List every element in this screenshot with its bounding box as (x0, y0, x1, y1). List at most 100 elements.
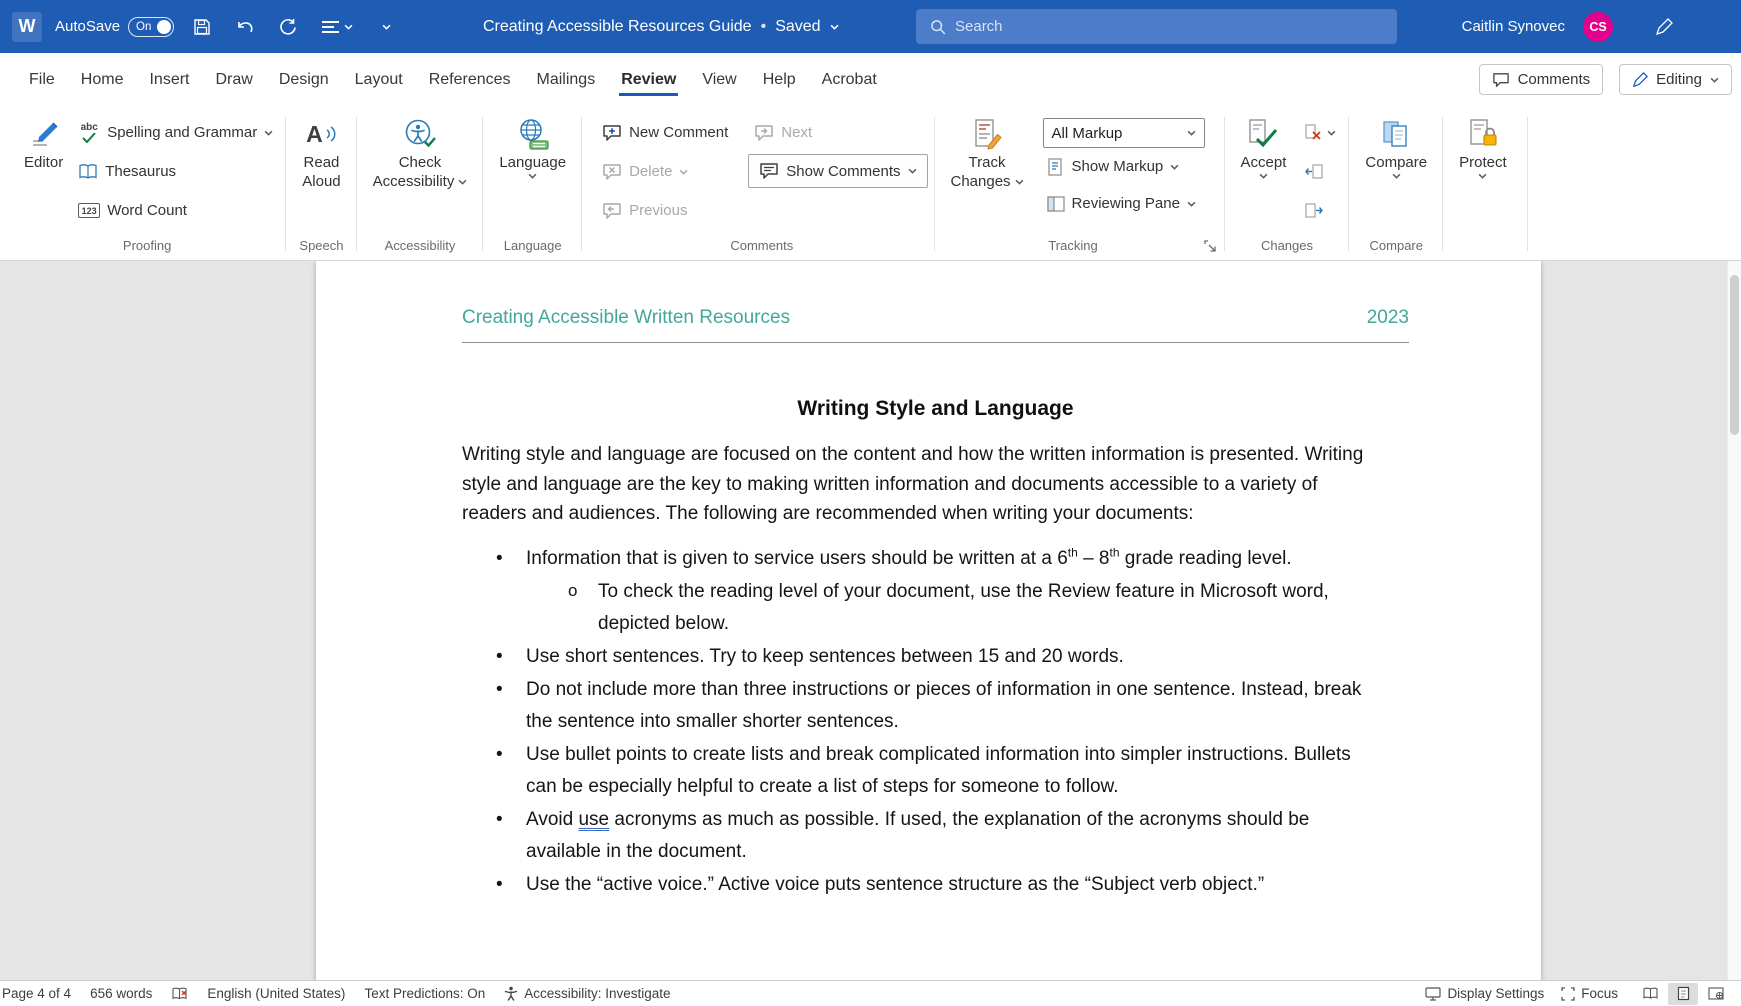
autosave-control: AutoSave On (55, 16, 175, 37)
page-indicator[interactable]: Page 4 of 4 (2, 986, 71, 1001)
tab-acrobat[interactable]: Acrobat (809, 62, 890, 98)
compare-icon (1380, 114, 1412, 154)
list-item: • Use bullet points to create lists and … (496, 743, 1351, 797)
tab-layout[interactable]: Layout (342, 62, 416, 98)
chevron-down-icon (1710, 77, 1719, 83)
chevron-down-icon (830, 24, 838, 30)
read-mode-view-button[interactable] (1635, 983, 1665, 1005)
tab-home[interactable]: Home (68, 62, 137, 98)
proofing-group-label: Proofing (122, 238, 172, 253)
read-mode-icon (1642, 987, 1658, 999)
book-icon (79, 163, 97, 179)
print-layout-view-button[interactable] (1668, 982, 1698, 1005)
show-comments-button[interactable]: Show Comments (748, 154, 928, 188)
focus-icon (1561, 986, 1575, 1001)
tab-review[interactable]: Review (608, 62, 689, 98)
reject-button[interactable] (1299, 113, 1342, 152)
tab-file[interactable]: File (16, 62, 68, 98)
reviewing-pane-button[interactable]: Reviewing Pane (1041, 185, 1205, 222)
show-markup-button[interactable]: Show Markup (1041, 148, 1205, 185)
display-icon (1425, 986, 1442, 1001)
section-heading: Writing Style and Language (797, 397, 1074, 420)
autosave-toggle[interactable]: On (128, 16, 175, 37)
previous-comment-button[interactable]: Previous (596, 191, 734, 230)
spelling-grammar-button[interactable]: abc Spelling and Grammar (72, 113, 279, 152)
chevron-down-icon (1259, 173, 1268, 179)
protect-button[interactable]: Protect (1450, 111, 1516, 235)
redo-icon (280, 18, 296, 35)
accept-button[interactable]: Accept (1232, 111, 1296, 235)
chevron-down-icon (382, 24, 390, 30)
track-changes-button[interactable]: Track Changes (942, 111, 1033, 235)
language-indicator[interactable]: English (United States) (207, 986, 345, 1001)
previous-comment-icon (603, 202, 621, 219)
web-layout-view-button[interactable] (1701, 983, 1731, 1005)
quick-access-menu-button[interactable] (316, 12, 358, 42)
next-comment-icon (755, 124, 774, 141)
editing-mode-button[interactable]: Editing (1619, 64, 1732, 95)
word-count-button[interactable]: 123 Word Count (72, 191, 279, 230)
track-changes-label-1: Track (968, 154, 1006, 171)
previous-change-button[interactable] (1299, 152, 1342, 191)
next-comment-button[interactable]: Next (748, 113, 927, 152)
display-settings-label: Display Settings (1447, 986, 1545, 1001)
thesaurus-button[interactable]: Thesaurus (72, 152, 279, 191)
save-button[interactable] (187, 12, 217, 42)
search-box[interactable] (916, 9, 1397, 44)
ink-button[interactable] (1649, 12, 1679, 42)
document-page[interactable]: Creating Accessible Written Resources 20… (316, 261, 1541, 980)
all-markup-dropdown[interactable]: All Markup (1042, 118, 1205, 148)
save-icon (194, 18, 210, 35)
text-predictions-indicator[interactable]: Text Predictions: On (364, 986, 485, 1001)
proofing-status-button[interactable] (171, 987, 188, 1001)
new-comment-button[interactable]: New Comment (596, 113, 734, 152)
avatar[interactable]: CS (1583, 11, 1613, 42)
track-changes-label-2: Changes (950, 173, 1011, 190)
word-app-icon[interactable]: W (12, 11, 42, 42)
edit-pen-icon (1632, 71, 1649, 87)
search-input[interactable] (955, 18, 1397, 35)
grammar-flagged-word[interactable]: use (578, 809, 609, 830)
list-item: • Use short sentences. Try to keep sente… (496, 645, 1124, 667)
next-comment-label: Next (781, 124, 813, 141)
check-accessibility-label-1: Check (398, 154, 442, 171)
chevron-down-icon (1170, 164, 1179, 170)
editor-button[interactable]: Editor (15, 111, 72, 235)
compare-button[interactable]: Compare (1356, 111, 1436, 235)
tab-mailings[interactable]: Mailings (524, 62, 609, 98)
tab-draw[interactable]: Draw (202, 62, 265, 98)
search-icon (931, 19, 946, 34)
read-aloud-button[interactable]: A Read Aloud (293, 111, 349, 235)
tab-view[interactable]: View (689, 62, 749, 98)
undo-icon (238, 21, 253, 32)
track-changes-icon (971, 114, 1003, 154)
check-accessibility-button[interactable]: Check Accessibility (364, 111, 477, 235)
delete-comment-icon (603, 163, 621, 180)
show-markup-label: Show Markup (1071, 158, 1164, 175)
next-change-button[interactable] (1299, 191, 1342, 230)
chevron-down-icon (264, 130, 273, 136)
language-button[interactable]: Language (490, 111, 575, 235)
tab-insert[interactable]: Insert (136, 62, 202, 98)
vertical-scrollbar[interactable] (1727, 261, 1741, 980)
tab-design[interactable]: Design (266, 62, 342, 98)
redo-button[interactable] (273, 12, 303, 42)
spelling-grammar-label: Spelling and Grammar (107, 124, 258, 141)
customize-toolbar-button[interactable] (371, 12, 401, 42)
user-name[interactable]: Caitlin Synovec (1462, 18, 1565, 35)
speech-group-label: Speech (299, 238, 344, 253)
display-settings-button[interactable]: Display Settings (1425, 986, 1544, 1001)
tracking-dialog-launcher[interactable] (1203, 240, 1219, 255)
tab-help[interactable]: Help (750, 62, 809, 98)
comments-group-label: Comments (730, 238, 794, 253)
ribbon-group-tracking: Track Changes All Markup Show Markup Rev… (935, 107, 1225, 260)
focus-mode-button[interactable]: Focus (1561, 986, 1618, 1001)
scrollbar-thumb[interactable] (1730, 275, 1739, 435)
tab-references[interactable]: References (416, 62, 524, 98)
word-count-indicator[interactable]: 656 words (90, 986, 152, 1001)
undo-button[interactable] (230, 12, 260, 42)
comments-button[interactable]: Comments (1478, 64, 1604, 95)
delete-comment-button[interactable]: Delete (596, 152, 734, 191)
accessibility-status-button[interactable]: Accessibility: Investigate (504, 986, 671, 1001)
document-title-control[interactable]: Creating Accessible Resources Guide • Sa… (483, 0, 839, 53)
